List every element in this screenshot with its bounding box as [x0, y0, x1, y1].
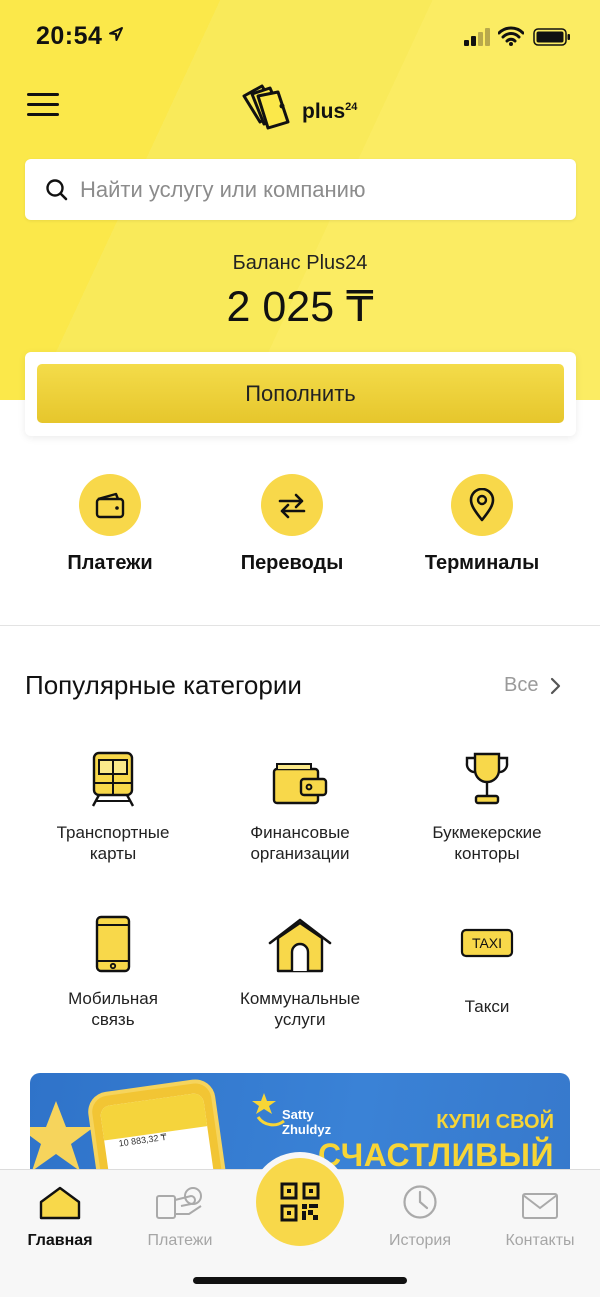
trophy-icon: [465, 752, 509, 805]
tab-payments[interactable]: Платежи: [120, 1180, 240, 1250]
banner-headline-1: КУПИ СВОЙ: [436, 1111, 554, 1133]
category-label: Коммунальные услуги: [239, 989, 361, 1029]
category-transport-cards[interactable]: Транспортные карты: [18, 746, 208, 864]
quick-action-payments[interactable]: Платежи: [20, 474, 200, 575]
balance-label: Баланс Plus24: [232, 252, 368, 274]
quick-action-circle: [79, 474, 141, 536]
wallet-icon: [95, 492, 125, 519]
popular-categories-title: Популярные категории: [25, 670, 302, 700]
category-bookmakers[interactable]: Букмекерские конторы: [392, 746, 582, 864]
envelope-icon: [522, 1193, 558, 1219]
category-taxi[interactable]: TAXI Такси: [392, 912, 582, 1017]
category-utilities[interactable]: Коммунальные услуги: [205, 912, 395, 1030]
see-all-link[interactable]: Все: [504, 674, 562, 697]
banner-brand: Satty Zhuldyz: [282, 1107, 332, 1137]
qr-code-icon: [280, 1182, 320, 1222]
logo-text: plus24: [302, 100, 358, 123]
wallet-icon: [272, 763, 328, 805]
quick-action-transfers[interactable]: Переводы: [202, 474, 382, 575]
chevron-right-icon: [551, 677, 561, 694]
taxi-sign-icon: TAXI: [460, 928, 514, 958]
star-decoration-icon: [30, 1101, 94, 1171]
location-arrow-icon: [109, 27, 123, 41]
clock-icon: [403, 1185, 437, 1219]
category-label: Букмекерские конторы: [432, 823, 542, 863]
topup-card: Пополнить: [25, 352, 576, 436]
category-label: Такси: [464, 997, 510, 1016]
home-indicator: [193, 1277, 407, 1284]
tab-label: История: [388, 1232, 452, 1249]
train-icon: [91, 751, 135, 807]
hamburger-menu-icon[interactable]: [27, 93, 59, 119]
cellular-signal-icon: [464, 28, 490, 46]
battery-icon: [533, 28, 570, 46]
quick-action-circle: [261, 474, 323, 536]
category-label: Мобильная связь: [68, 989, 158, 1029]
category-label: Финансовые организации: [250, 823, 350, 863]
tab-history[interactable]: История: [360, 1180, 480, 1250]
category-financial-organizations[interactable]: Финансовые организации: [205, 746, 395, 864]
tab-home[interactable]: Главная: [0, 1180, 120, 1250]
header: 20:54 plus24 Найти услугу или компанию Б…: [0, 0, 600, 400]
section-divider: [0, 625, 600, 626]
category-label: Транспортные карты: [56, 823, 170, 863]
search-bar[interactable]: [25, 159, 576, 220]
home-icon: [39, 1186, 81, 1220]
logo: plus24: [240, 82, 370, 132]
quick-action-label: Платежи: [67, 552, 153, 574]
tab-label: Контакты: [505, 1232, 575, 1249]
status-bar: 20:54: [0, 0, 600, 76]
quick-action-label: Терминалы: [424, 552, 540, 574]
wallet-logo-icon: [242, 84, 290, 130]
tab-contacts[interactable]: Контакты: [480, 1180, 600, 1250]
wifi-icon: [498, 26, 524, 46]
tab-label: Платежи: [147, 1232, 213, 1249]
transfer-arrows-icon: [278, 493, 306, 519]
quick-action-terminals[interactable]: Терминалы: [392, 474, 572, 575]
tab-label: Главная: [27, 1232, 93, 1249]
qr-scan-button[interactable]: [256, 1158, 344, 1246]
quick-action-label: Переводы: [240, 552, 344, 574]
location-pin-icon: [469, 488, 495, 522]
star-logo-icon: [252, 1093, 285, 1127]
search-icon: [46, 179, 68, 201]
search-input[interactable]: [80, 159, 560, 220]
status-time: 20:54: [36, 22, 103, 50]
payment-hand-icon: [156, 1187, 202, 1219]
balance-amount: 2 025 ₸: [226, 283, 374, 331]
taxi-sign-text: TAXI: [472, 935, 502, 951]
smartphone-icon: [95, 915, 131, 973]
category-mobile[interactable]: Мобильная связь: [18, 912, 208, 1030]
see-all-label: Все: [504, 674, 539, 696]
topup-button[interactable]: Пополнить: [37, 364, 564, 423]
quick-action-circle: [451, 474, 513, 536]
house-icon: [268, 918, 332, 973]
